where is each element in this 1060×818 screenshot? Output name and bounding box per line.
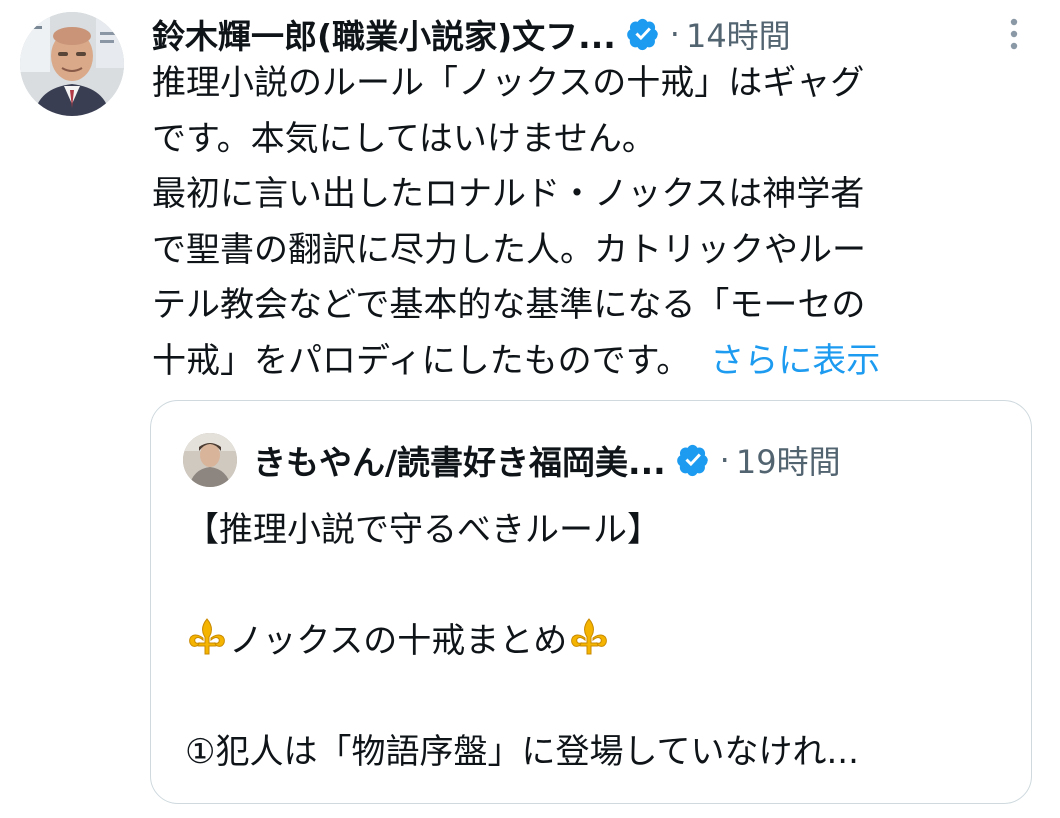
author-name[interactable]: 鈴木輝一郎(職業小説家)文フ...: [152, 10, 616, 58]
show-more-link[interactable]: さらに表示: [710, 341, 880, 381]
fleur-de-lis-icon: [571, 618, 608, 655]
verified-badge-icon: [626, 18, 658, 51]
quoted-tweet-timestamp[interactable]: 19時間: [736, 437, 841, 483]
tweet-text-line-last: 十戒」をパロディにしたものです。 さらに表示: [152, 334, 1042, 390]
tweet-text-line: 最初に言い出したロナルド・ノックスは神学者: [152, 174, 865, 214]
quoted-author-avatar[interactable]: [183, 433, 237, 487]
author-avatar[interactable]: [20, 12, 124, 116]
tweet-timestamp[interactable]: 14時間: [686, 11, 791, 57]
more-vertical-icon[interactable]: [1004, 14, 1024, 54]
tweet-text-segment: 十戒」をパロディにしたものです。: [152, 340, 691, 381]
quoted-author-name[interactable]: きもやん/読書好き福岡美...: [253, 436, 666, 484]
tweet-separator: ·: [669, 15, 680, 53]
quoted-text-blank: [185, 559, 859, 615]
quoted-text-blank: [185, 670, 859, 726]
quoted-tweet[interactable]: きもやん/読書好き福岡美... · 19時間 【推理小説で守るべきルール】 ノッ…: [150, 400, 1032, 804]
tweet-text-line: 推理小説のルール「ノックスの十戒」はギャグ: [152, 63, 865, 103]
quoted-author-avatar-image: [183, 433, 237, 487]
tweet-text-line: テル教会などで基本的な基準になる「モーセの: [152, 285, 866, 325]
verified-badge-icon: [676, 444, 708, 477]
quoted-text-line: ①犯人は「物語序盤」に登場していなけれ...: [185, 732, 859, 772]
tweet[interactable]: 鈴木輝一郎(職業小説家)文フ... · 14時間 推理小説のルール「ノックスの十…: [0, 0, 1060, 818]
quoted-text-line: ノックスの十戒まとめ: [185, 614, 859, 670]
quoted-text-line: 【推理小説で守るべきルール】: [185, 510, 661, 550]
fleur-de-lis-icon: [189, 618, 225, 655]
quoted-tweet-separator: ·: [719, 441, 730, 479]
quoted-tweet-header: きもやん/読書好き福岡美... · 19時間: [253, 431, 841, 489]
quoted-tweet-body: 【推理小説で守るべきルール】 ノックスの十戒まとめ ①犯人は「物語序盤」に登場し…: [185, 503, 859, 781]
tweet-text-line: で聖書の翻訳に尽力した人。カトリックやルー: [152, 229, 866, 270]
tweet-header: 鈴木輝一郎(職業小説家)文フ... · 14時間: [152, 6, 1032, 62]
tweet-text-line: です。本気にしてはいけません。: [152, 118, 656, 159]
tweet-body: 推理小説のルール「ノックスの十戒」はギャグ です。本気にしてはいけません。 最初…: [152, 56, 1042, 389]
author-avatar-image: [20, 12, 124, 116]
quoted-text-segment: ノックスの十戒まとめ: [229, 621, 568, 661]
